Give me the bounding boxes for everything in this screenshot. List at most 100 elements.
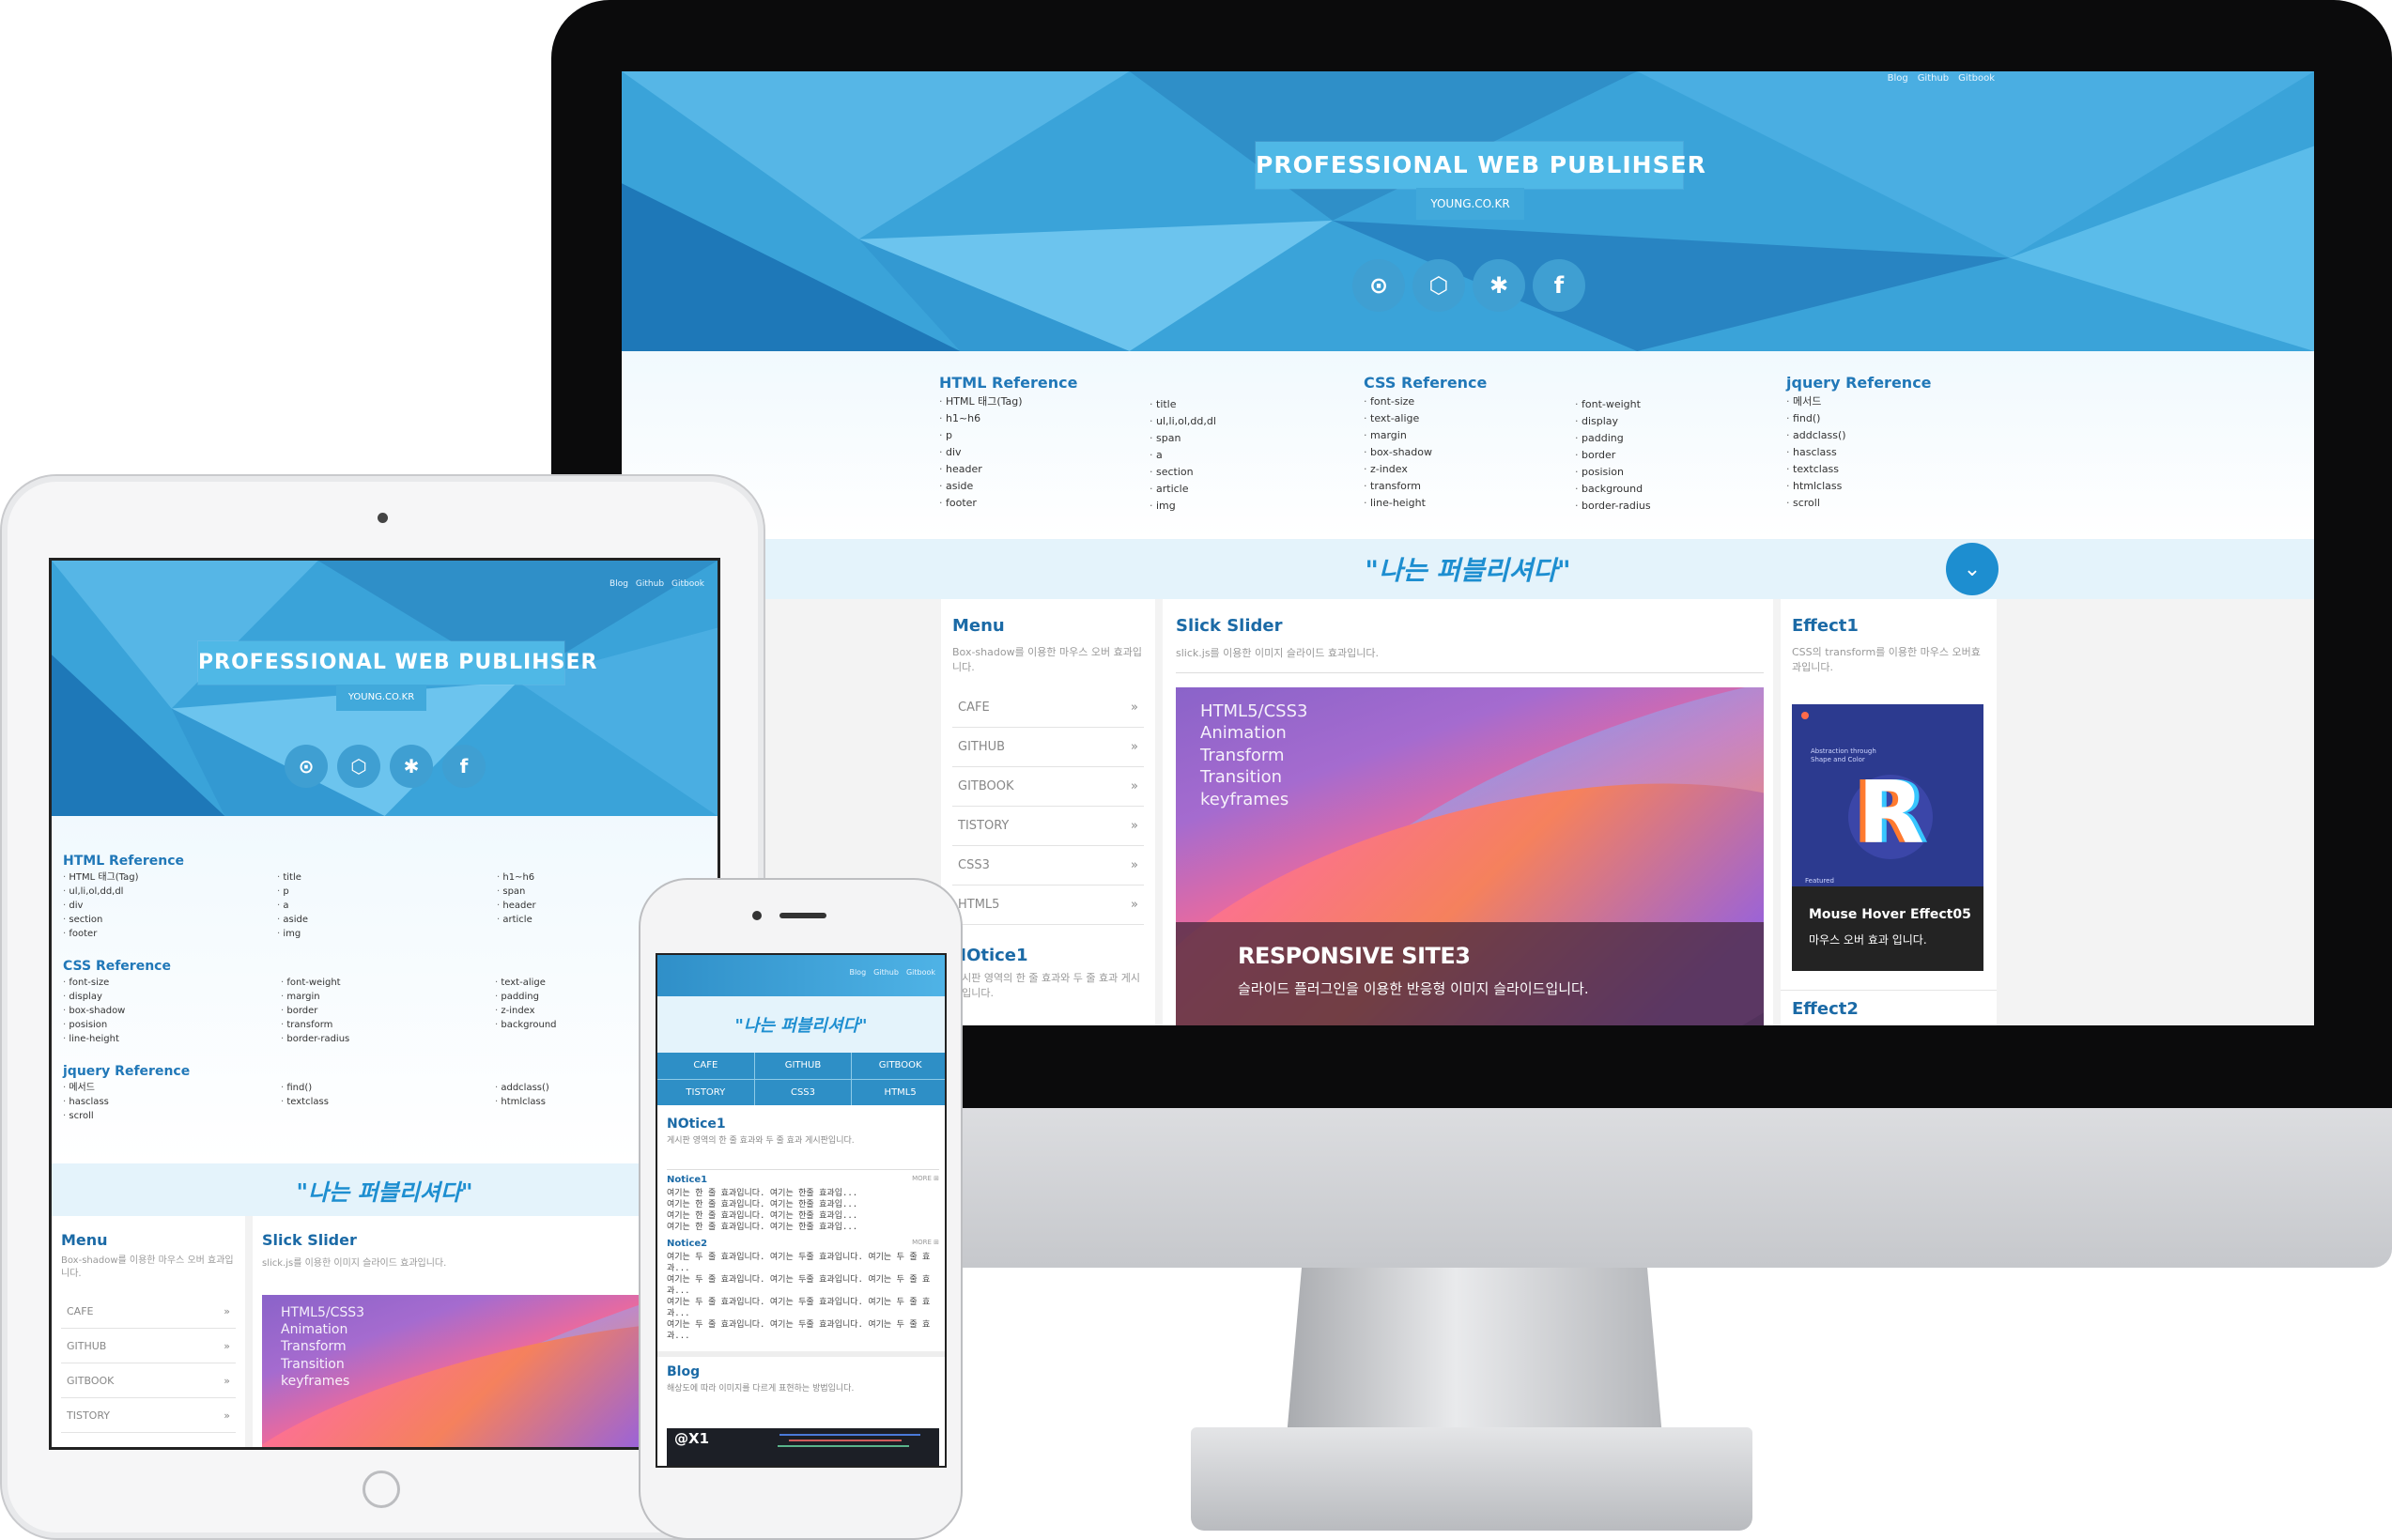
- phone-notice1-list: 여기는 한 줄 효과입니다. 여기는 한줄 효과입... 여기는 한 줄 효과입…: [667, 1188, 939, 1233]
- tablet-slogan-text: "나는 퍼블리셔다": [296, 1178, 473, 1206]
- puzzle-icon[interactable]: ✱: [390, 745, 433, 788]
- tablet-menu-title: Menu: [61, 1231, 108, 1249]
- tablet-site-title: PROFESSIONAL WEB PUBLIHSER: [198, 641, 596, 685]
- menu-item-github[interactable]: GITHUB»: [952, 728, 1144, 767]
- phone-tab-css3[interactable]: CSS3: [754, 1079, 852, 1105]
- tablet-css-list-3: text-aligepaddingz-indexbackground: [495, 976, 556, 1032]
- tablet-nav-blog-link[interactable]: Blog: [610, 579, 628, 589]
- tablet-hero-header: Blog Github Gitbook PROFESSIONAL WEB PUB…: [52, 561, 718, 816]
- scroll-down-button[interactable]: ⌄: [1946, 543, 1998, 595]
- ipad-screen: Blog Github Gitbook PROFESSIONAL WEB PUB…: [49, 558, 720, 1450]
- list-item[interactable]: 여기는 두 줄 효과입니다. 여기는 두줄 효과입니다. 여기는 두 줄 효과.…: [667, 1297, 939, 1319]
- phone-notice2-title: Notice2: [667, 1239, 708, 1249]
- tablet-menu-item-gitbook[interactable]: GITBOOK»: [61, 1363, 236, 1398]
- iphone-speaker: [779, 913, 826, 918]
- menu-item-cafe[interactable]: CAFE»: [952, 688, 1144, 728]
- nav-gitbook-link[interactable]: Gitbook: [1958, 73, 1995, 84]
- phone-nav-github-link[interactable]: Github: [873, 968, 899, 977]
- phone-tab-grid: CAFE GITHUB GITBOOK TISTORY CSS3 HTML5: [657, 1053, 945, 1105]
- phone-nav-blog-link[interactable]: Blog: [849, 968, 866, 977]
- slider-overlay-text: HTML5/CSS3 Animation Transform Transition ke…: [1200, 701, 1308, 809]
- tablet-site-subtitle[interactable]: YOUNG.CO.KR: [336, 685, 426, 711]
- menu-panel: Menu Box-shadow를 이용한 마우스 오버 효과입니다. CAFE»…: [941, 599, 1155, 1025]
- tablet-slider-overlay-text: HTML5/CSS3 Animation Transform Transition ke…: [281, 1305, 365, 1389]
- tablet-nav-github-link[interactable]: Github: [636, 579, 664, 589]
- effect2-title: Effect2: [1792, 999, 1859, 1019]
- tablet-html-list-1: HTML 태그(Tag)ul,li,ol,dd,dldivsectionfoot…: [63, 870, 138, 941]
- tablet-html-list-3: h1~h6spanheaderarticle: [497, 870, 535, 927]
- site-title: PROFESSIONAL WEB PUBLIHSER: [1256, 142, 1705, 189]
- tablet-nav-gitbook-link[interactable]: Gitbook: [671, 579, 704, 589]
- list-item[interactable]: 여기는 한 줄 효과입니다. 여기는 한줄 효과입...: [667, 1188, 939, 1199]
- list-item[interactable]: 여기는 한 줄 효과입니다. 여기는 한줄 효과입...: [667, 1199, 939, 1210]
- tablet-html-list-2: titlepaasideimg: [277, 870, 308, 941]
- menu-item-tistory[interactable]: TISTORY»: [952, 807, 1144, 846]
- slider-desc: slick.js를 이용한 이미지 슬라이드 효과입니다.: [1176, 647, 1379, 659]
- tablet-reference-section: HTML Reference HTML 태그(Tag)ul,li,ol,dd,d…: [52, 816, 718, 1163]
- phone-notice1-more[interactable]: MORE ⊞: [912, 1175, 939, 1185]
- tablet-menu-item-github[interactable]: GITHUB»: [61, 1329, 236, 1363]
- codepen-icon[interactable]: ⬡: [337, 745, 380, 788]
- phone-tab-cafe[interactable]: CAFE: [657, 1053, 754, 1079]
- effect1-card-desc: 마우스 오버 효과 입니다.: [1809, 933, 1927, 947]
- menu-item-html5[interactable]: HTML5»: [952, 886, 1144, 925]
- tablet-jquery-title: jquery Reference: [63, 1064, 191, 1079]
- phone-notice2-more[interactable]: MORE ⊞: [912, 1239, 939, 1249]
- nav-blog-link[interactable]: Blog: [1888, 73, 1908, 84]
- site-subtitle[interactable]: YOUNG.CO.KR: [1416, 188, 1524, 220]
- double-arrow-icon: »: [1131, 779, 1138, 793]
- github-icon[interactable]: ⊙: [1352, 259, 1405, 312]
- nav-github-link[interactable]: Github: [1918, 73, 1949, 84]
- tablet-jquery-list-2: find()textclass: [281, 1081, 329, 1109]
- phone-notice-panel: NOtice1 게시판 영역의 한 줄 효과와 두 줄 효과 게시판입니다. N…: [657, 1105, 945, 1466]
- menu-item-css3[interactable]: CSS3»: [952, 846, 1144, 886]
- list-item[interactable]: 여기는 한 줄 효과입니다. 여기는 한줄 효과입...: [667, 1210, 939, 1222]
- double-arrow-icon: »: [1131, 701, 1138, 715]
- phone-header: Blog Github Gitbook: [657, 955, 945, 996]
- effect-panel: Effect1 CSS의 transform를 이용한 마우스 오버효과입니다.…: [1781, 599, 1997, 1025]
- tablet-menu-desc: Box-shadow를 이용한 마우스 오버 효과입니다.: [61, 1255, 234, 1279]
- list-item[interactable]: 여기는 두 줄 효과입니다. 여기는 두줄 효과입니다. 여기는 두 줄 효과.…: [667, 1274, 939, 1297]
- tablet-menu-item-tistory[interactable]: TISTORY»: [61, 1398, 236, 1433]
- slider-caption-title: RESPONSIVE SITE3: [1238, 943, 1471, 969]
- codepen-icon[interactable]: ⬡: [1412, 259, 1465, 312]
- phone-tab-tistory[interactable]: TISTORY: [657, 1079, 754, 1105]
- double-arrow-icon: »: [224, 1409, 230, 1422]
- phone-tab-gitbook[interactable]: GITBOOK: [852, 1053, 945, 1079]
- phone-blog-desc: 해상도에 따라 이미지를 다르게 표현하는 방법입니다.: [667, 1384, 855, 1394]
- menu-title: Menu: [952, 616, 1005, 636]
- slider-caption: RESPONSIVE SITE3 슬라이드 플러그인을 이용한 반응형 이미지 …: [1176, 922, 1764, 1025]
- reference-section: HTML Reference HTML 태그(Tag)h1~h6pdivhead…: [622, 351, 2314, 539]
- tablet-css-title: CSS Reference: [63, 959, 171, 974]
- double-arrow-icon: »: [224, 1374, 230, 1387]
- puzzle-icon[interactable]: ✱: [1473, 259, 1525, 312]
- tablet-jquery-list-3: addclass()htmlclass: [495, 1081, 548, 1109]
- phone-slogan-banner: "나는 퍼블리셔다": [657, 996, 945, 1053]
- iphone-screen: Blog Github Gitbook "나는 퍼블리셔다" CAFE GITH…: [656, 953, 947, 1468]
- phone-tab-html5[interactable]: HTML5: [852, 1079, 945, 1105]
- list-item[interactable]: 여기는 두 줄 효과입니다. 여기는 두줄 효과입니다. 여기는 두 줄 효과.…: [667, 1319, 939, 1342]
- phone-tab-github[interactable]: GITHUB: [754, 1053, 852, 1079]
- device-mockup-stage: Blog Github Gitbook PROFESSIONAL WEB PUB…: [0, 0, 2392, 1540]
- tablet-menu-item-cafe[interactable]: CAFE»: [61, 1294, 236, 1329]
- ipad-home-button[interactable]: [363, 1471, 400, 1508]
- list-item[interactable]: 여기는 한 줄 효과입니다. 여기는 한줄 효과입...: [667, 1222, 939, 1233]
- phone-notice-desc: 게시판 영역의 한 줄 효과와 두 줄 효과 게시판입니다.: [667, 1136, 855, 1146]
- phone-blog-image[interactable]: @X1: [667, 1428, 939, 1466]
- menu-item-gitbook[interactable]: GITBOOK»: [952, 767, 1144, 807]
- github-icon[interactable]: ⊙: [285, 745, 328, 788]
- slider-image[interactable]: HTML5/CSS3 Animation Transform Transition ke…: [1176, 687, 1764, 1025]
- phone-notice2-list: 여기는 두 줄 효과입니다. 여기는 두줄 효과입니다. 여기는 두 줄 효과.…: [667, 1252, 939, 1342]
- css-reference-list: font-sizetext-aligemarginbox-shadowz-ind…: [1364, 393, 1487, 512]
- facebook-icon[interactable]: f: [442, 745, 486, 788]
- effect1-card-title: Mouse Hover Effect05: [1809, 907, 1971, 922]
- effect1-card[interactable]: Abstraction through Shape and Color R Fe…: [1792, 704, 1983, 971]
- phone-nav-gitbook-link[interactable]: Gitbook: [906, 968, 935, 977]
- hero-header: Blog Github Gitbook PROFESSIONAL WEB PUB…: [622, 71, 2314, 351]
- facebook-icon[interactable]: f: [1533, 259, 1585, 312]
- slogan-text: "나는 퍼블리셔다": [1365, 555, 1571, 586]
- effect1-desc: CSS의 transform를 이용한 마우스 오버효과입니다.: [1792, 646, 1981, 673]
- list-item[interactable]: 여기는 두 줄 효과입니다. 여기는 두줄 효과입니다. 여기는 두 줄 효과.…: [667, 1252, 939, 1274]
- slider-panel: Slick Slider slick.js를 이용한 이미지 슬라이드 효과입니…: [1163, 599, 1773, 1025]
- double-arrow-icon: »: [224, 1339, 230, 1352]
